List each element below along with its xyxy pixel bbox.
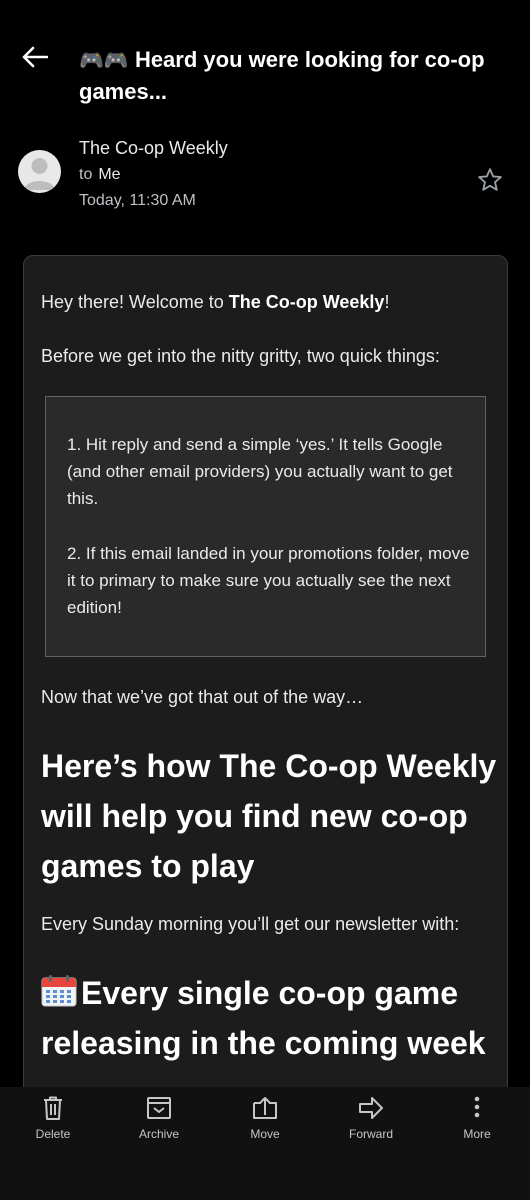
greeting: Hey there! Welcome to The Co-op Weekly!	[41, 289, 389, 315]
email-date: Today, 11:30 AM	[79, 192, 196, 209]
tip-2: 2. If this email landed in your promotio…	[67, 544, 470, 617]
subject-text: Heard you were looking for co-op games..…	[79, 47, 485, 104]
recipient-line[interactable]: to Me	[79, 166, 121, 184]
brand-name: The Co-op Weekly	[228, 292, 385, 312]
intro-text: Before we get into the nitty gritty, two…	[41, 346, 440, 366]
email-body: Hey there! Welcome to The Co-op Weekly! …	[23, 255, 508, 1115]
calendar-icon	[41, 975, 77, 1007]
tip-1: 1. Hit reply and send a simple ‘yes.’ It…	[67, 435, 453, 508]
game-controller-icon: 🎮🎮	[79, 48, 129, 72]
email-header: 🎮🎮 Heard you were looking for co-op game…	[0, 0, 530, 120]
star-icon	[478, 168, 502, 191]
avatar[interactable]	[18, 150, 61, 193]
greeting-suffix: !	[384, 292, 390, 312]
archive-button[interactable]: Archive	[114, 1095, 204, 1155]
back-arrow-icon	[22, 46, 48, 68]
sender-name: The Co-op Weekly	[79, 138, 228, 158]
more-vertical-icon	[474, 1096, 480, 1118]
forward-button[interactable]: Forward	[326, 1095, 416, 1155]
section-heading: Here’s how The Co-op Weekly will help yo…	[41, 748, 497, 884]
forward-label: Forward	[348, 1127, 393, 1141]
transition-text: Now that we’ve got that out of the way…	[41, 687, 364, 707]
move-button[interactable]: Move	[220, 1095, 310, 1155]
back-button[interactable]	[18, 40, 52, 74]
archive-label: Archive	[138, 1127, 179, 1141]
delete-label: Delete	[35, 1127, 71, 1141]
bottom-action-bar: Delete Archive Move Forward More	[0, 1087, 530, 1200]
newsletter-intro: Every Sunday morning you’ll get our news…	[41, 914, 460, 934]
to-label: to	[79, 166, 93, 183]
feature-heading: Every single co-op game releasing in the…	[41, 968, 501, 1068]
more-button[interactable]: More	[432, 1095, 522, 1155]
sender-row: The Co-op Weekly to Me Today, 11:30 AM	[0, 130, 530, 220]
delete-button[interactable]: Delete	[8, 1095, 98, 1155]
recipient-name: Me	[98, 166, 121, 183]
person-icon	[24, 158, 55, 190]
star-button[interactable]	[476, 166, 504, 194]
move-label: Move	[250, 1127, 280, 1141]
more-label: More	[463, 1127, 491, 1141]
feature-heading-text: Every single co-op game releasing in the…	[41, 975, 486, 1061]
greeting-text: Hey there! Welcome to	[41, 292, 229, 312]
forward-icon	[359, 1097, 383, 1119]
trash-icon	[44, 1096, 62, 1120]
email-subject: 🎮🎮 Heard you were looking for co-op game…	[79, 44, 509, 107]
archive-icon	[147, 1097, 171, 1119]
tips-box: 1. Hit reply and send a simple ‘yes.’ It…	[45, 396, 486, 657]
move-icon	[253, 1097, 277, 1119]
